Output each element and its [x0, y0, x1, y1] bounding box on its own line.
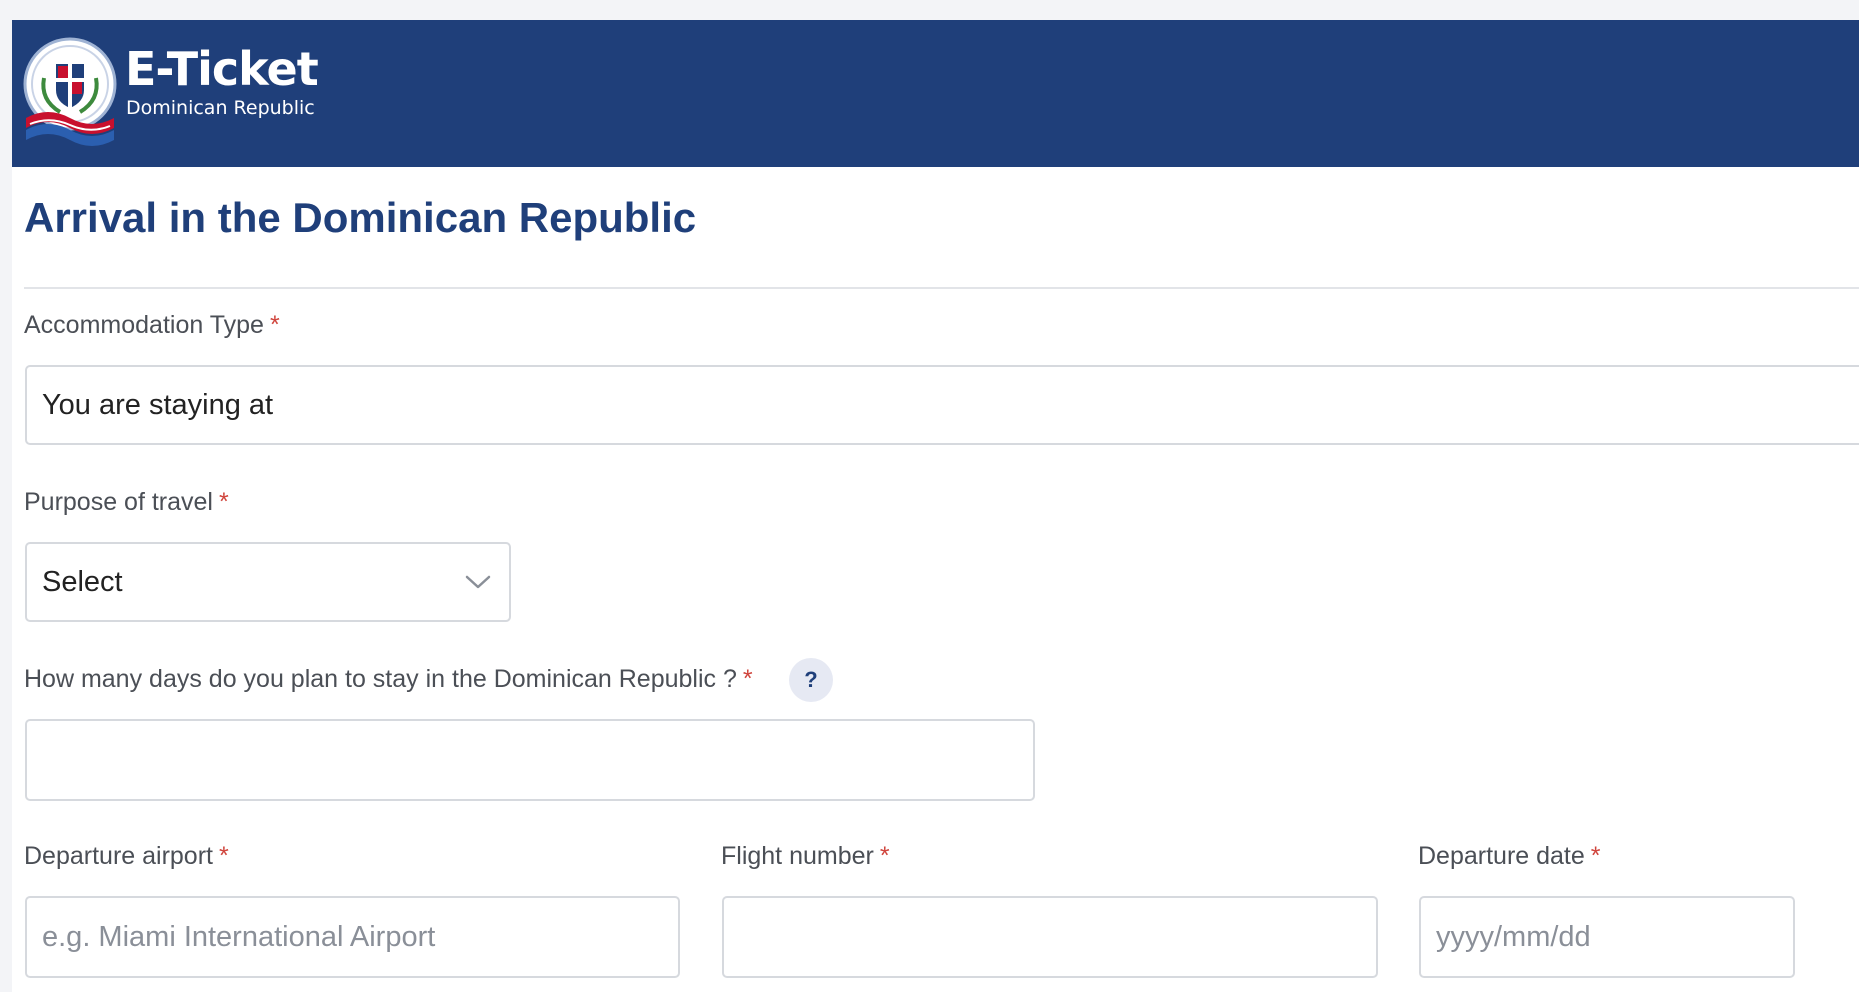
page-frame: E-Ticket Dominican Republic Arrival in t… [12, 20, 1859, 992]
help-icon[interactable]: ? [789, 658, 833, 702]
departure-date-input[interactable] [1419, 896, 1795, 978]
page-title: Arrival in the Dominican Republic [24, 194, 697, 241]
purpose-of-travel-value: Select [42, 565, 123, 598]
required-marker: * [269, 311, 280, 339]
required-marker: * [1590, 842, 1601, 870]
departure-airport-label-text: Departure airport [24, 842, 213, 870]
coat-of-arms-logo-icon [23, 37, 117, 146]
days-of-stay-input[interactable] [25, 719, 1035, 801]
purpose-of-travel-label-text: Purpose of travel [24, 488, 213, 516]
departure-airport-label: Departure airport * [24, 844, 229, 869]
required-marker: * [879, 842, 890, 870]
accommodation-type-value: You are staying at [42, 388, 274, 421]
brand-subtitle: Dominican Republic [126, 97, 315, 119]
departure-date-label-text: Departure date [1418, 842, 1585, 870]
flight-number-label-text: Flight number [721, 842, 874, 870]
accommodation-type-select[interactable]: You are staying at [25, 365, 1859, 445]
purpose-of-travel-select[interactable]: Select [25, 542, 511, 622]
departure-date-label: Departure date * [1418, 844, 1601, 869]
days-of-stay-label: How many days do you plan to stay in the… [24, 667, 753, 692]
chevron-down-icon [465, 575, 491, 589]
flight-number-input[interactable] [722, 896, 1378, 978]
title-divider [24, 287, 1859, 289]
brand-title: E-Ticket [125, 42, 319, 96]
required-marker: * [218, 842, 229, 870]
accommodation-type-label: Accommodation Type * [24, 313, 280, 338]
required-marker: * [219, 488, 229, 516]
required-marker: * [742, 665, 753, 693]
departure-airport-input[interactable] [25, 896, 680, 978]
days-of-stay-label-text: How many days do you plan to stay in the… [24, 665, 737, 693]
header-bar: E-Ticket Dominican Republic [12, 20, 1859, 167]
purpose-of-travel-label: Purpose of travel * [24, 490, 229, 515]
flight-number-label: Flight number * [721, 844, 890, 869]
accommodation-type-label-text: Accommodation Type [24, 311, 264, 339]
